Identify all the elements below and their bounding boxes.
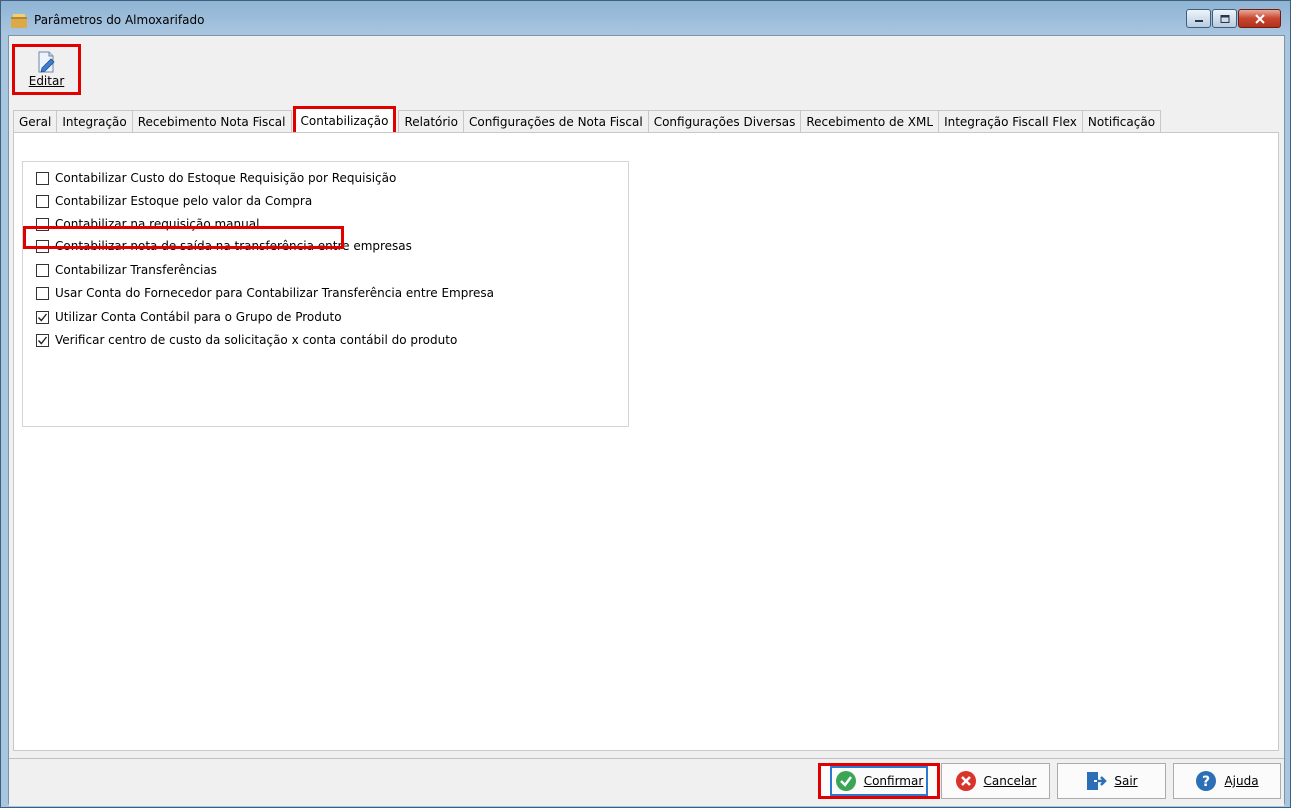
tab-label: Geral xyxy=(19,114,52,129)
checkbox[interactable] xyxy=(36,333,49,347)
window: Parâmetros do Almoxarifado Editar Geral … xyxy=(0,0,1291,808)
tab-strip: Geral Integração Recebimento Nota Fiscal… xyxy=(13,106,1162,135)
option-conta-fornecedor[interactable]: Usar Conta do Fornecedor para Contabiliz… xyxy=(36,283,494,303)
exit-button[interactable]: Sair xyxy=(1057,763,1166,799)
option-label: Contabilizar Custo do Estoque Requisição… xyxy=(55,171,397,185)
help-label: Ajuda xyxy=(1224,774,1259,788)
checkbox[interactable] xyxy=(36,286,49,300)
edit-button-label: Editar xyxy=(28,74,65,88)
minimize-icon xyxy=(1194,19,1203,22)
check-circle-icon xyxy=(835,771,856,791)
option-label: Contabilizar Transferências xyxy=(55,263,217,277)
checkbox[interactable] xyxy=(36,263,49,277)
tab-label: Integração Fiscall Flex xyxy=(944,114,1077,129)
help-button[interactable]: ? Ajuda xyxy=(1173,763,1281,799)
tab-notificacao[interactable]: Notificação xyxy=(1081,110,1162,132)
tab-label: Relatório xyxy=(404,114,458,129)
checkbox[interactable] xyxy=(36,194,49,208)
option-custo-estoque-requisicao[interactable]: Contabilizar Custo do Estoque Requisição… xyxy=(36,168,396,188)
tab-configuracoes-diversas[interactable]: Configurações Diversas xyxy=(647,110,802,132)
options-group: Contabilizar Custo do Estoque Requisição… xyxy=(22,161,629,427)
edit-document-icon xyxy=(38,51,55,73)
tab-integracao-fiscall-flex[interactable]: Integração Fiscall Flex xyxy=(938,110,1083,132)
close-button[interactable] xyxy=(1238,9,1281,28)
checkbox[interactable] xyxy=(36,171,49,185)
footer-bar: Confirmar Cancelar Sair ? Ajuda xyxy=(9,758,1284,806)
window-title: Parâmetros do Almoxarifado xyxy=(34,13,205,27)
option-label: Usar Conta do Fornecedor para Contabiliz… xyxy=(55,286,494,300)
tab-relatorio[interactable]: Relatório xyxy=(398,110,464,132)
confirm-label: Confirmar xyxy=(863,774,924,788)
highlight-box xyxy=(23,226,344,249)
tab-label: Notificação xyxy=(1087,114,1156,129)
tab-label: Contabilização xyxy=(300,113,389,128)
option-label: Verificar centro de custo da solicitação… xyxy=(55,333,458,347)
checkmark-icon xyxy=(37,336,48,345)
tab-recebimento-xml[interactable]: Recebimento de XML xyxy=(800,110,940,132)
checkmark-icon xyxy=(37,313,48,322)
tab-label: Recebimento Nota Fiscal xyxy=(137,114,286,129)
option-label: Utilizar Conta Contábil para o Grupo de … xyxy=(55,310,342,324)
tab-panel-contabilizacao: Contabilizar Custo do Estoque Requisição… xyxy=(13,132,1279,751)
tab-contabilizacao[interactable]: Contabilização xyxy=(292,106,397,135)
tab-label: Recebimento de XML xyxy=(806,114,934,129)
exit-label: Sair xyxy=(1114,774,1138,788)
svg-text:?: ? xyxy=(1202,774,1210,790)
help-circle-icon: ? xyxy=(1196,771,1217,791)
tab-label: Configurações Diversas xyxy=(653,114,796,129)
app-icon xyxy=(11,14,27,28)
tab-integracao[interactable]: Integração xyxy=(56,110,133,132)
option-estoque-valor-compra[interactable]: Contabilizar Estoque pelo valor da Compr… xyxy=(36,191,312,211)
option-conta-contabil-grupo[interactable]: Utilizar Conta Contábil para o Grupo de … xyxy=(36,307,342,327)
confirm-focus-ring: Confirmar xyxy=(829,766,929,796)
option-centro-custo[interactable]: Verificar centro de custo da solicitação… xyxy=(36,330,457,350)
confirm-button[interactable]: Confirmar xyxy=(818,763,940,799)
tab-geral[interactable]: Geral xyxy=(13,110,58,132)
option-transferencias[interactable]: Contabilizar Transferências xyxy=(36,260,217,280)
close-icon xyxy=(1254,13,1265,24)
cancel-label: Cancelar xyxy=(983,774,1037,788)
cancel-button[interactable]: Cancelar xyxy=(941,763,1050,799)
exit-door-icon xyxy=(1087,772,1108,790)
checkbox[interactable] xyxy=(36,310,49,324)
edit-button[interactable]: Editar xyxy=(12,44,81,95)
title-bar: Parâmetros do Almoxarifado xyxy=(1,1,1290,35)
minimize-button[interactable] xyxy=(1186,9,1211,28)
toolbar: Editar xyxy=(9,36,1284,100)
tab-label: Integração xyxy=(62,114,127,129)
cancel-circle-icon xyxy=(955,771,976,791)
tab-label: Configurações de Nota Fiscal xyxy=(468,114,643,129)
maximize-button[interactable] xyxy=(1212,9,1237,28)
tab-recebimento-nota-fiscal[interactable]: Recebimento Nota Fiscal xyxy=(131,110,292,132)
client-area: Editar Geral Integração Recebimento Nota… xyxy=(8,35,1285,806)
maximize-icon xyxy=(1220,14,1229,23)
tab-configuracoes-nota-fiscal[interactable]: Configurações de Nota Fiscal xyxy=(462,110,649,132)
option-label: Contabilizar Estoque pelo valor da Compr… xyxy=(55,194,313,208)
